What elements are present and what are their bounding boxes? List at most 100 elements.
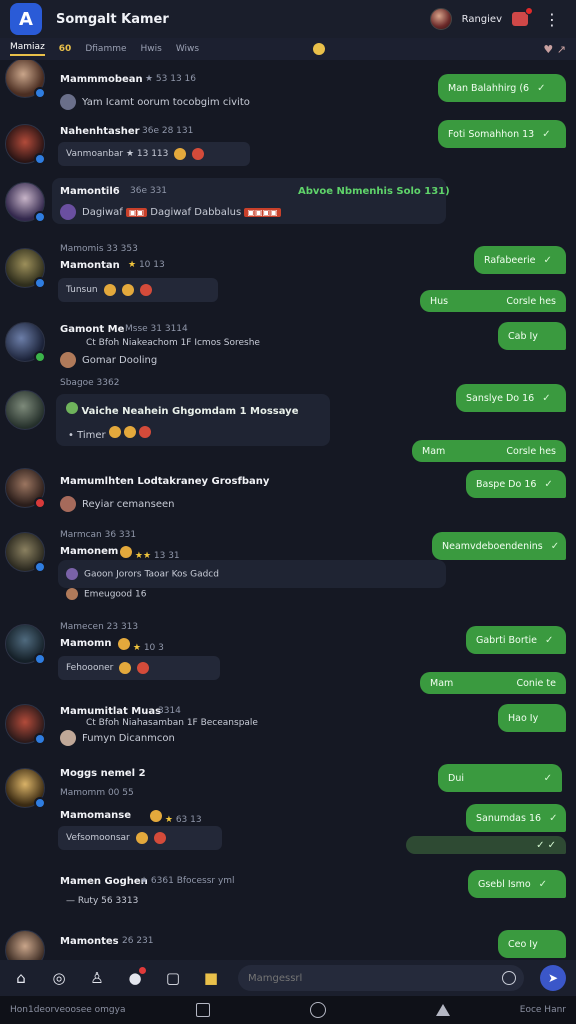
message-text: Dagiwaf ▣▣ Dagiwaf Dabbalus ▣▣▣▣ — [60, 204, 281, 220]
reply-preview[interactable]: — Ruty 56 3313 — [66, 896, 138, 906]
tab-2[interactable]: Dfiamme — [85, 44, 126, 54]
mini-avatar — [60, 204, 76, 220]
message-meta-extra: ★★ 13 31 — [120, 546, 180, 561]
message-text: Gomar Dooling — [60, 352, 157, 368]
outgoing-bubble[interactable]: Sanslye Do 16 ✓ — [456, 384, 566, 412]
outgoing-bubble[interactable]: Ceo Iy — [498, 930, 566, 958]
avatar[interactable] — [5, 704, 46, 745]
emoji-icon — [139, 284, 152, 296]
emoji-picker-icon[interactable] — [502, 971, 516, 985]
reply-preview[interactable]: Fehoooner — [58, 656, 220, 680]
outgoing-bubble[interactable]: Hao Iy — [498, 704, 566, 732]
home-icon[interactable]: ⌂ — [10, 967, 32, 989]
emoji-icon — [135, 832, 148, 844]
message-text: Fumyn Dicanmcon — [60, 730, 175, 746]
gallery-icon[interactable]: ▢ — [162, 967, 184, 989]
tab-0[interactable]: Mamiaz — [10, 42, 45, 56]
back-icon[interactable] — [435, 1004, 450, 1016]
sender-name: Moggs nemel 2 — [60, 768, 146, 779]
avatar[interactable] — [5, 60, 46, 99]
message-meta-extra: ★ 10 13 — [128, 260, 165, 270]
reply-preview[interactable]: Vefsomoonsar — [58, 826, 222, 850]
tab-right-icons[interactable]: ♥ ↗ — [543, 43, 566, 56]
profile-icon[interactable]: ♙ — [86, 967, 108, 989]
outgoing-bubble[interactable]: Mam Corsle hes — [412, 440, 566, 462]
outgoing-bubble[interactable]: Mam Conie te — [420, 672, 566, 694]
user-avatar[interactable] — [429, 8, 452, 30]
emoji-icon — [108, 426, 121, 438]
outgoing-bubble[interactable]: Dui ✓ — [438, 764, 562, 792]
status-badge — [34, 733, 46, 745]
outgoing-bubble[interactable]: Baspe Do 16 ✓ — [466, 470, 566, 498]
outgoing-bubble[interactable]: Neamvdeboendenins ✓ — [432, 532, 566, 560]
message-row: Mamumlhten Lodtakraney Grosfbany Reyiar … — [0, 464, 576, 528]
message-input[interactable] — [238, 965, 524, 991]
notification-icon[interactable] — [512, 7, 533, 26]
read-check-icon: ✓ — [537, 82, 546, 94]
recent-apps-icon[interactable] — [195, 1003, 210, 1017]
avatar[interactable] — [5, 322, 46, 363]
send-button[interactable]: ➤ — [540, 965, 566, 991]
sender-name: Gamont Me — [60, 324, 125, 335]
message-meta: ★ 53 13 16 — [145, 74, 197, 84]
alerts-icon[interactable]: ● — [124, 967, 146, 989]
message-row: Mamumitlat Muas 3314 Ct Bfoh Niahasamban… — [0, 700, 576, 764]
outgoing-bubble[interactable]: Man Balahhirg (6 ✓ — [438, 74, 566, 102]
outgoing-bubble[interactable]: Gabrti Bortie ✓ — [466, 626, 566, 654]
avatar[interactable] — [5, 930, 45, 960]
message-row: Mamomis 33 353 Mamontan ★ 10 13 Tunsun R… — [0, 244, 576, 312]
emoji-icon — [124, 426, 137, 438]
outgoing-bubble[interactable]: Cab Iy — [498, 322, 566, 350]
reply-preview[interactable]: Tunsun — [58, 278, 218, 302]
emoji-icon — [153, 832, 166, 844]
emoji-icon — [118, 638, 130, 650]
tab-1[interactable]: 60 — [59, 44, 72, 54]
reply-preview[interactable]: Gaoon Jorors Taoar Kos Gadcd — [66, 568, 219, 580]
avatar[interactable] — [5, 182, 46, 223]
outgoing-bubble[interactable]: Sanumdas 16 ✓ — [466, 804, 566, 832]
sender-name: Nahenhtasher — [60, 126, 140, 137]
sender-name: Mamomn — [60, 638, 112, 649]
outgoing-bubble[interactable]: Rafabeerie ✓ — [474, 246, 566, 274]
read-check-icon: ✓ — [549, 812, 558, 824]
message-input-wrap — [238, 965, 524, 991]
home-button-icon[interactable] — [309, 1002, 326, 1018]
reply-preview[interactable]: Emeugood 16 — [66, 588, 146, 600]
message-row: Mamontes 26 231 Ceo Iy — [0, 926, 576, 960]
avatar[interactable] — [5, 248, 46, 289]
coin-icon[interactable] — [313, 43, 326, 55]
avatar[interactable] — [5, 624, 46, 665]
highlight-text: Abvoe Nbmenhis Solo 131) — [298, 186, 450, 197]
avatar[interactable] — [5, 390, 45, 430]
message-meta-extra: ★ 63 13 — [150, 810, 202, 825]
status-badge — [34, 211, 46, 223]
shield-icon[interactable]: ◎ — [48, 967, 70, 989]
app-logo-icon[interactable]: A — [10, 3, 42, 35]
user-name: Rangiev — [461, 13, 502, 25]
mini-avatar — [60, 352, 76, 368]
outgoing-bubble[interactable]: Gsebl Ismo ✓ — [468, 870, 566, 898]
reply-preview[interactable]: Vanmoanbar ★ 13 113 — [58, 142, 250, 166]
avatar[interactable] — [5, 124, 46, 165]
emoji-icon — [120, 546, 132, 558]
avatar[interactable] — [5, 768, 46, 809]
sender-name: Mamontil6 — [60, 186, 120, 197]
more-menu-icon[interactable]: ⋮ — [538, 10, 566, 29]
status-badge — [34, 87, 46, 99]
reply-preview[interactable]: • Timer — [68, 426, 152, 441]
tab-3[interactable]: Hwis — [141, 44, 162, 54]
outgoing-bubble[interactable]: Foti Somahhon 13 ✓ — [438, 120, 566, 148]
read-check-icon: ✓ — [542, 128, 551, 140]
sender-name: Mamumitlat Muas — [60, 706, 162, 717]
message-text: Yam Icamt oorum tocobgim civito — [60, 94, 250, 110]
outgoing-bubble[interactable]: ✓ ✓ — [406, 836, 566, 854]
outgoing-bubble[interactable]: Hus Corsle hes — [420, 290, 566, 312]
avatar[interactable] — [5, 532, 46, 573]
sticker-icon[interactable]: ■ — [200, 967, 222, 989]
message-feed[interactable]: Mammmobean ★ 53 13 16 Yam Icamt oorum to… — [0, 60, 576, 960]
sender-name: Mamontes — [60, 936, 119, 947]
tab-4[interactable]: Wiws — [176, 44, 199, 54]
message-meta: Mamomis 33 353 — [60, 244, 138, 254]
emoji-icon — [192, 148, 205, 160]
avatar[interactable] — [5, 468, 46, 509]
